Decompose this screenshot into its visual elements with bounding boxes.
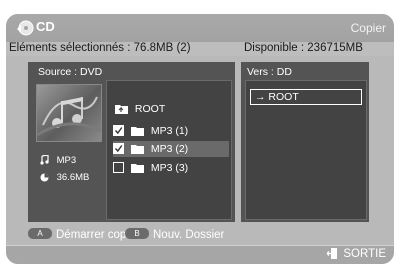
exit-button[interactable]: SORTIE (326, 248, 386, 260)
source-panel: Source : DVD MP3 36.6MB ROOT MP3 (1) MP3… (28, 62, 235, 222)
start-copy-label: Démarrer copie (56, 229, 136, 241)
disk-usage-icon (40, 172, 57, 183)
tree-root-label: ROOT (134, 103, 166, 115)
file-type-value: MP3 (56, 155, 77, 166)
folder-item-highlighted[interactable]: MP3 (2) (113, 141, 229, 157)
destination-tree: → ROOT (245, 80, 367, 220)
info-bar: Eléments sélectionnés : 76.8MB (2) Dispo… (6, 42, 394, 56)
folder-icon (128, 125, 147, 137)
folder-up-icon (115, 103, 131, 115)
a-key-icon: A (28, 228, 52, 240)
music-note-icon (40, 154, 57, 166)
file-type-info: MP3 (40, 154, 77, 166)
exit-icon (326, 248, 343, 260)
mode-label: Copier (350, 21, 386, 35)
tree-root[interactable]: ROOT (115, 101, 165, 117)
folder-icon (128, 162, 147, 174)
osd-screen: CD Copier Eléments sélectionnés : 76.8MB… (6, 14, 394, 264)
cd-icon (16, 20, 34, 36)
help-bar: A Démarrer copie B Nouv. Dossier (6, 225, 394, 245)
folder-item[interactable]: MP3 (3) (113, 160, 188, 176)
folder-label: MP3 (1) (150, 125, 189, 137)
source-label: Source : DVD (38, 66, 103, 78)
exit-label: SORTIE (343, 248, 386, 260)
destination-panel: Vers : DD → ROOT (241, 62, 369, 222)
folder-label: MP3 (2) (150, 143, 189, 155)
source-tree: ROOT MP3 (1) MP3 (2) MP3 (3) (106, 80, 232, 220)
file-size-value: 36.6MB (56, 172, 90, 183)
destination-root-label: → ROOT (251, 90, 361, 104)
destination-label: Vers : DD (247, 66, 292, 78)
file-size-info: 36.6MB (40, 172, 89, 183)
music-thumbnail (36, 84, 102, 142)
folder-icon (128, 143, 147, 155)
help-start-copy[interactable]: A Démarrer copie (28, 225, 135, 245)
checkbox-checked-icon[interactable] (113, 124, 124, 136)
title-bar: CD Copier (6, 14, 394, 42)
available-space-info: Disponible : 236715MB (244, 42, 363, 54)
bottom-bar: SORTIE (6, 245, 394, 264)
selected-items-info: Eléments sélectionnés : 76.8MB (2) (9, 42, 191, 54)
checkbox-checked-icon[interactable] (113, 142, 124, 154)
help-new-folder[interactable]: B Nouv. Dossier (125, 225, 224, 245)
folder-item[interactable]: MP3 (1) (113, 123, 188, 139)
destination-root-item[interactable]: → ROOT (250, 89, 362, 105)
b-key-icon: B (125, 228, 149, 240)
checkbox-unchecked-icon[interactable] (113, 161, 124, 173)
new-folder-label: Nouv. Dossier (153, 229, 225, 241)
folder-label: MP3 (3) (150, 162, 189, 174)
window-title: CD (36, 19, 55, 34)
